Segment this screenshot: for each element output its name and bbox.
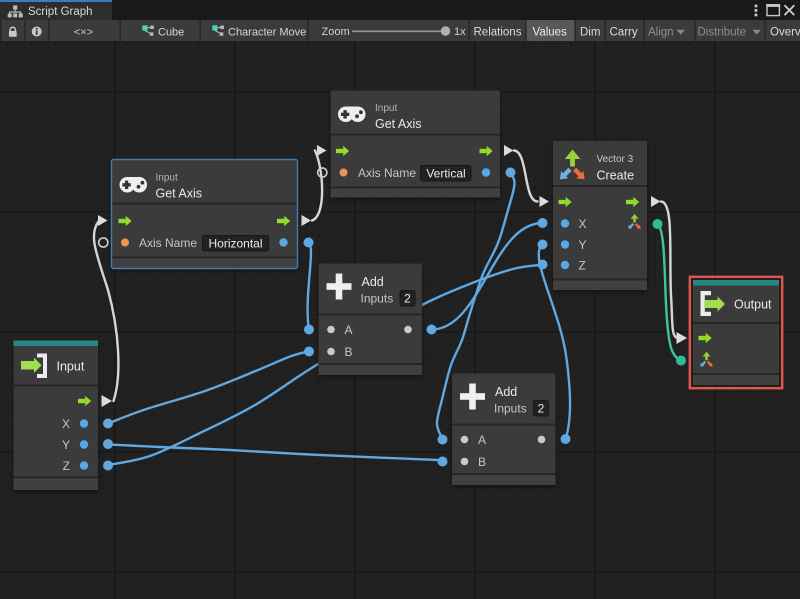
svg-text:X: X	[579, 217, 587, 231]
svg-text:A: A	[345, 323, 353, 337]
svg-text:Horizontal: Horizontal	[208, 236, 262, 250]
svg-text:Zoom: Zoom	[322, 26, 350, 38]
svg-text:Input: Input	[156, 173, 178, 184]
svg-text:Relations: Relations	[474, 26, 522, 38]
svg-text:Create: Create	[597, 169, 635, 183]
svg-text:Carry: Carry	[610, 26, 638, 38]
svg-text:Script Graph: Script Graph	[28, 6, 93, 18]
svg-text:Vector 3: Vector 3	[597, 154, 634, 165]
svg-text:Add: Add	[362, 275, 384, 289]
svg-text:B: B	[345, 345, 353, 359]
svg-text:B: B	[478, 455, 486, 469]
svg-text:Align: Align	[648, 26, 674, 38]
svg-text:2: 2	[538, 402, 545, 416]
svg-text:Cube: Cube	[158, 26, 184, 38]
svg-text:Z: Z	[579, 259, 586, 273]
svg-text:Y: Y	[579, 238, 587, 252]
svg-text:Dim: Dim	[580, 26, 600, 38]
svg-text:X: X	[62, 417, 70, 431]
svg-text:Distribute: Distribute	[698, 26, 747, 38]
svg-text:Inputs: Inputs	[494, 402, 527, 416]
svg-text:Axis Name: Axis Name	[358, 166, 416, 180]
svg-text:Add: Add	[495, 385, 517, 399]
svg-text:Overvie: Overvie	[770, 26, 800, 38]
svg-text:Vertical: Vertical	[426, 166, 465, 180]
svg-text:Axis Name: Axis Name	[139, 236, 197, 250]
svg-text:Inputs: Inputs	[361, 292, 394, 306]
svg-text:1x: 1x	[454, 26, 466, 38]
svg-text:Get Axis: Get Axis	[156, 186, 203, 200]
svg-text:Get Axis: Get Axis	[375, 117, 422, 131]
svg-text:<×>: <×>	[74, 26, 93, 38]
svg-text:Y: Y	[62, 438, 70, 452]
svg-text:Input: Input	[375, 103, 397, 114]
svg-text:2: 2	[404, 292, 411, 306]
svg-text:Z: Z	[63, 459, 70, 473]
svg-text:Values: Values	[533, 26, 568, 38]
svg-text:Character Move: Character Move	[228, 26, 306, 38]
svg-text:A: A	[478, 433, 486, 447]
svg-text:Input: Input	[57, 360, 85, 374]
svg-text:Output: Output	[734, 298, 772, 312]
